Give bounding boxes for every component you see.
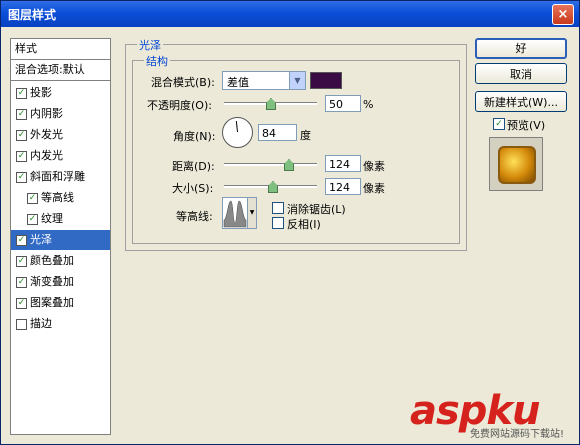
size-input[interactable]: 124 [325,178,361,195]
close-button[interactable]: × [552,4,574,25]
contour-dropdown-icon: ▼ [247,198,256,228]
angle-unit: 度 [300,129,311,142]
checkbox-outer-glow[interactable]: ✓ [16,130,27,141]
style-item-gradient-overlay[interactable]: ✓ 渐变叠加 [11,272,110,292]
style-item-texture[interactable]: ✓ 纹理 [11,209,110,229]
blend-options-item[interactable]: 混合选项:默认 [11,60,110,81]
angle-dial-needle [235,121,238,133]
blend-mode-label: 混合模式(B): [151,76,215,89]
style-item-contour[interactable]: ✓ 等高线 [11,188,110,208]
invert-label: 反相(I) [287,218,321,231]
antialias-label: 消除锯齿(L) [287,203,346,216]
preview-checkbox[interactable]: ✓ [493,118,505,130]
styles-list: 样式 混合选项:默认 ✓ 投影 ✓ 内阴影 ✓ 外发光 ✓ 内发光 ✓ 斜面和浮… [10,38,111,435]
contour-picker[interactable]: ▼ [222,197,257,229]
style-item-color-overlay[interactable]: ✓ 颜色叠加 [11,251,110,271]
styles-header[interactable]: 样式 [11,39,110,60]
satin-group-title: 光泽 [137,37,163,53]
style-item-inner-glow[interactable]: ✓ 内发光 [11,146,110,166]
chevron-down-icon: ▼ [289,72,305,89]
invert-checkbox[interactable] [272,217,284,229]
checkbox-pattern-overlay[interactable]: ✓ [16,298,27,309]
checkbox-contour[interactable]: ✓ [27,193,38,204]
cancel-button[interactable]: 取消 [475,63,567,84]
blend-mode-value: 差值 [227,76,249,89]
window-title: 图层样式 [8,8,57,22]
antialias-checkbox[interactable] [272,202,284,214]
style-item-satin[interactable]: ✓ 光泽 [11,230,110,250]
distance-label: 距离(D): [172,160,215,173]
checkbox-texture[interactable]: ✓ [27,214,38,225]
checkbox-drop-shadow[interactable]: ✓ [16,88,27,99]
checkbox-bevel-emboss[interactable]: ✓ [16,172,27,183]
opacity-input[interactable]: 50 [325,95,361,112]
checkbox-inner-shadow[interactable]: ✓ [16,109,27,120]
style-item-outer-glow[interactable]: ✓ 外发光 [11,125,110,145]
structure-group-title: 结构 [144,53,170,69]
preview-thumbnail [498,146,536,184]
preview-label: 预览(V) [507,119,546,132]
checkbox-gradient-overlay[interactable]: ✓ [16,277,27,288]
blend-mode-select[interactable]: 差值 ▼ [222,71,306,90]
angle-dial[interactable] [222,117,253,148]
distance-slider[interactable] [224,163,317,166]
style-item-pattern-overlay[interactable]: ✓ 图案叠加 [11,293,110,313]
size-unit: 像素 [363,182,385,195]
contour-curve-icon [223,200,247,228]
checkbox-satin[interactable]: ✓ [16,235,27,246]
watermark-caption: 免费网站源码下载站! [470,429,565,440]
opacity-label: 不透明度(O): [147,99,212,112]
ok-button[interactable]: 好 [475,38,567,59]
contour-label: 等高线: [176,210,213,223]
angle-label: 角度(N): [173,130,216,143]
style-item-inner-shadow[interactable]: ✓ 内阴影 [11,104,110,124]
size-label: 大小(S): [172,182,214,195]
style-item-stroke[interactable]: 描边 [11,314,110,334]
checkbox-color-overlay[interactable]: ✓ [16,256,27,267]
style-preview [489,137,543,191]
style-item-drop-shadow[interactable]: ✓ 投影 [11,83,110,103]
new-style-button[interactable]: 新建样式(W)... [475,91,567,112]
distance-unit: 像素 [363,160,385,173]
satin-color-swatch[interactable] [310,72,342,89]
opacity-unit: % [363,98,374,111]
angle-input[interactable]: 84 [258,124,297,141]
checkbox-inner-glow[interactable]: ✓ [16,151,27,162]
style-item-bevel-emboss[interactable]: ✓ 斜面和浮雕 [11,167,110,187]
distance-input[interactable]: 124 [325,155,361,172]
title-bar[interactable]: 图层样式 × [1,1,579,27]
checkbox-stroke[interactable] [16,319,27,330]
